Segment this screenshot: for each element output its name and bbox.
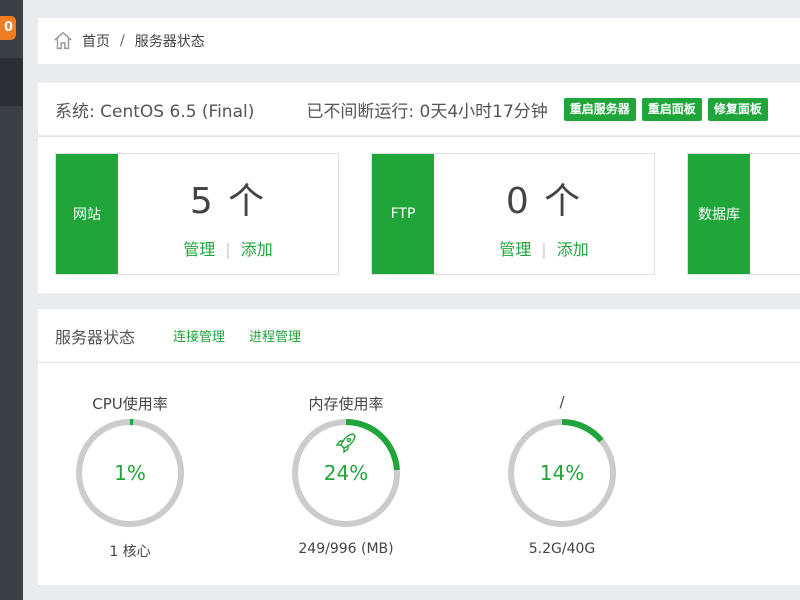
gauge-ring: 1%	[76, 419, 184, 527]
sidebar: 0	[0, 0, 23, 600]
cpu-gauge[interactable]: CPU使用率 1% 1 核心	[65, 393, 195, 561]
gauge-title: 内存使用率	[308, 395, 384, 413]
gauge-percent: 1%	[114, 461, 146, 485]
gauge-percent: 14%	[540, 461, 584, 485]
gauge-ring: 14%	[508, 419, 616, 527]
website-manage-link[interactable]: 管理	[183, 240, 215, 259]
breadcrumb-separator: /	[120, 33, 125, 49]
rocket-icon[interactable]	[335, 433, 356, 454]
uptime-info: 已不间断运行: 0天4小时17分钟	[306, 101, 548, 122]
connection-manage-link[interactable]: 连接管理	[173, 326, 225, 345]
ftp-manage-link[interactable]: 管理	[499, 240, 531, 259]
breadcrumb-home[interactable]: 首页	[82, 31, 110, 51]
gauge-title: /	[559, 393, 565, 411]
gauge-subtitle: 5.2G/40G	[528, 541, 596, 557]
home-icon[interactable]	[52, 30, 74, 52]
ftp-links: 管理 | 添加	[434, 236, 654, 260]
disk-gauge[interactable]: / 14% 5.2G/40G	[497, 393, 627, 557]
gauge-title: CPU使用率	[92, 395, 168, 413]
overview-cards: 网站 5 个 管理 | 添加 FTP 0 个 管理 | 添加 数据库	[38, 136, 800, 293]
repair-panel-button[interactable]: 修复面板	[707, 97, 768, 121]
server-status-title: 服务器状态	[55, 327, 136, 347]
server-status-panel: 服务器状态 连接管理 进程管理 CPU使用率 1% 1 核心 内存使用率 24%…	[38, 309, 800, 585]
ftp-tag: FTP	[372, 154, 434, 274]
restart-panel-button[interactable]: 重启面板	[641, 97, 702, 121]
gauge-percent: 24%	[324, 461, 368, 485]
breadcrumb: 首页 / 服务器状态	[38, 18, 800, 64]
database-card: 数据库	[687, 153, 800, 275]
database-tag: 数据库	[688, 154, 750, 274]
notification-badge[interactable]: 0	[0, 16, 16, 40]
system-info-bar: 系统: CentOS 6.5 (Final) 已不间断运行: 0天4小时17分钟…	[38, 83, 800, 135]
restart-server-button[interactable]: 重启服务器	[563, 97, 636, 121]
ftp-count: 0 个	[505, 181, 583, 222]
breadcrumb-current: 服务器状态	[134, 34, 205, 50]
website-add-link[interactable]: 添加	[241, 240, 273, 259]
sidebar-active-band[interactable]	[0, 58, 23, 106]
website-count: 5 个	[189, 181, 267, 222]
memory-gauge[interactable]: 内存使用率 24% 249/996 (MB)	[281, 393, 411, 557]
website-links: 管理 | 添加	[118, 236, 338, 260]
link-divider: |	[541, 240, 547, 259]
gauge-subtitle: 1 核心	[109, 544, 151, 560]
website-tag: 网站	[56, 154, 118, 274]
os-info: 系统: CentOS 6.5 (Final)	[55, 101, 255, 122]
website-card: 网站 5 个 管理 | 添加	[55, 153, 339, 275]
ftp-card: FTP 0 个 管理 | 添加	[371, 153, 655, 275]
server-status-header: 服务器状态 连接管理 进程管理	[38, 309, 800, 363]
ftp-add-link[interactable]: 添加	[557, 240, 589, 259]
link-divider: |	[225, 240, 231, 259]
process-manage-link[interactable]: 进程管理	[249, 326, 301, 345]
gauge-ring: 24%	[292, 419, 400, 527]
gauge-subtitle: 249/996 (MB)	[298, 541, 394, 557]
